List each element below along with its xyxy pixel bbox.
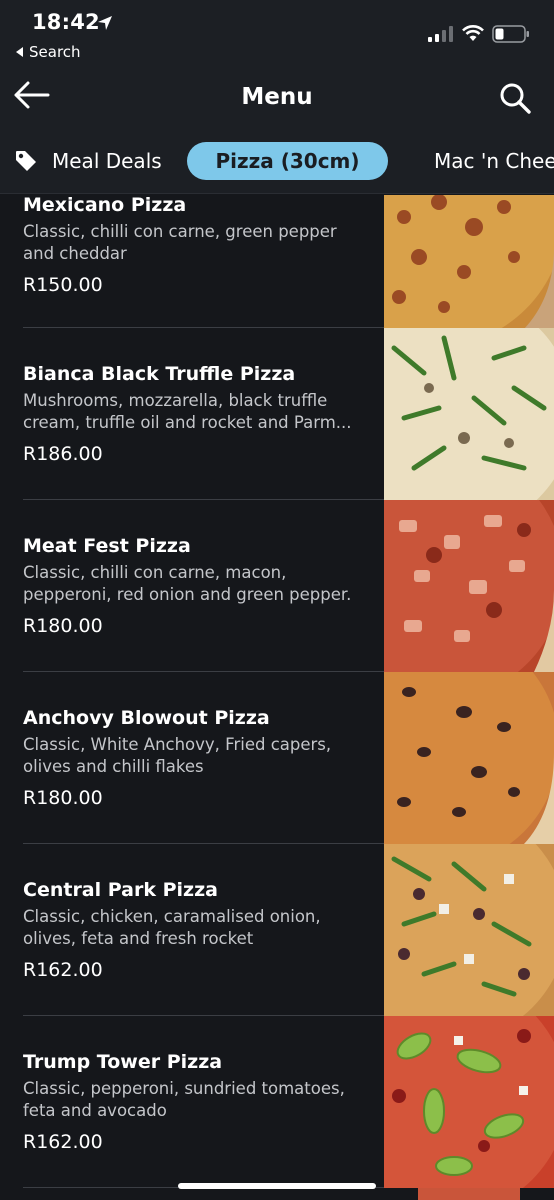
tab-mac-n-cheese[interactable]: Mac 'n Chee bbox=[434, 142, 554, 180]
item-price: R186.00 bbox=[23, 443, 103, 465]
item-price: R150.00 bbox=[23, 274, 103, 296]
item-name: Mexicano Pizza bbox=[23, 195, 187, 216]
pizza-image bbox=[384, 500, 554, 672]
item-price: R162.00 bbox=[23, 959, 103, 981]
battery-icon bbox=[492, 25, 529, 43]
pizza-image bbox=[384, 1016, 554, 1188]
tab-meal-deals-label: Meal Deals bbox=[52, 149, 162, 173]
pizza-image bbox=[384, 195, 554, 329]
back-to-search-label: Search bbox=[29, 43, 81, 61]
tab-mac-label: Mac 'n Chee bbox=[434, 149, 554, 173]
item-name: Meat Fest Pizza bbox=[23, 535, 191, 557]
tab-pizza-30cm[interactable]: Pizza (30cm) bbox=[187, 142, 388, 180]
item-description: Mushrooms, mozzarella, black truffle cre… bbox=[23, 391, 352, 432]
back-to-search-link[interactable]: Search bbox=[16, 43, 81, 61]
menu-item[interactable]: Meat Fest Pizza Classic, chilli con carn… bbox=[0, 500, 554, 672]
item-price: R162.00 bbox=[23, 1131, 103, 1153]
menu-item[interactable]: Central Park Pizza Classic, chicken, car… bbox=[0, 844, 554, 1016]
item-description: Classic, chilli con carne, green pepper … bbox=[23, 222, 337, 263]
item-name: Bianca Black Truffle Pizza bbox=[23, 363, 296, 385]
item-price: R180.00 bbox=[23, 787, 103, 809]
cellular-signal-icon bbox=[428, 26, 453, 42]
page-title: Menu bbox=[241, 84, 313, 110]
pizza-image bbox=[384, 844, 554, 1016]
item-name: Trump Tower Pizza bbox=[23, 1051, 223, 1073]
location-arrow-icon bbox=[98, 16, 112, 30]
pizza-image bbox=[384, 328, 554, 500]
pizza-image bbox=[418, 1188, 520, 1200]
category-tabs: Meal Deals Pizza (30cm) Mac 'n Chee bbox=[0, 128, 554, 194]
item-price: R180.00 bbox=[23, 615, 103, 637]
item-description: Classic, White Anchovy, Fried capers, ol… bbox=[23, 735, 332, 776]
back-triangle-icon bbox=[16, 47, 23, 57]
search-icon[interactable] bbox=[497, 80, 533, 116]
item-name: Central Park Pizza bbox=[23, 879, 218, 901]
menu-item[interactable]: Anchovy Blowout Pizza Classic, White Anc… bbox=[0, 672, 554, 844]
item-description: Classic, chilli con carne, macon, pepper… bbox=[23, 563, 352, 604]
tag-icon bbox=[16, 151, 36, 171]
status-time: 18:42 bbox=[32, 10, 100, 34]
wifi-icon bbox=[462, 25, 484, 41]
tab-pizza-label: Pizza (30cm) bbox=[215, 149, 360, 173]
menu-item[interactable]: Mexicano Pizza Classic, chilli con carne… bbox=[0, 195, 554, 329]
menu-list: Mexicano Pizza Classic, chilli con carne… bbox=[0, 195, 554, 1200]
nav-header: Menu bbox=[0, 70, 554, 128]
menu-item[interactable]: Bianca Black Truffle Pizza Mushrooms, mo… bbox=[0, 328, 554, 500]
item-description: Classic, chicken, caramalised onion, oli… bbox=[23, 907, 321, 948]
status-bar: 18:42 Search bbox=[0, 0, 554, 70]
tab-meal-deals[interactable]: Meal Deals bbox=[14, 142, 162, 180]
pizza-image bbox=[384, 672, 554, 844]
menu-item[interactable]: Trump Tower Pizza Classic, pepperoni, su… bbox=[0, 1016, 554, 1188]
item-name: Anchovy Blowout Pizza bbox=[23, 707, 270, 729]
item-description: Classic, pepperoni, sundried tomatoes, f… bbox=[23, 1079, 345, 1120]
home-indicator[interactable] bbox=[178, 1183, 376, 1189]
